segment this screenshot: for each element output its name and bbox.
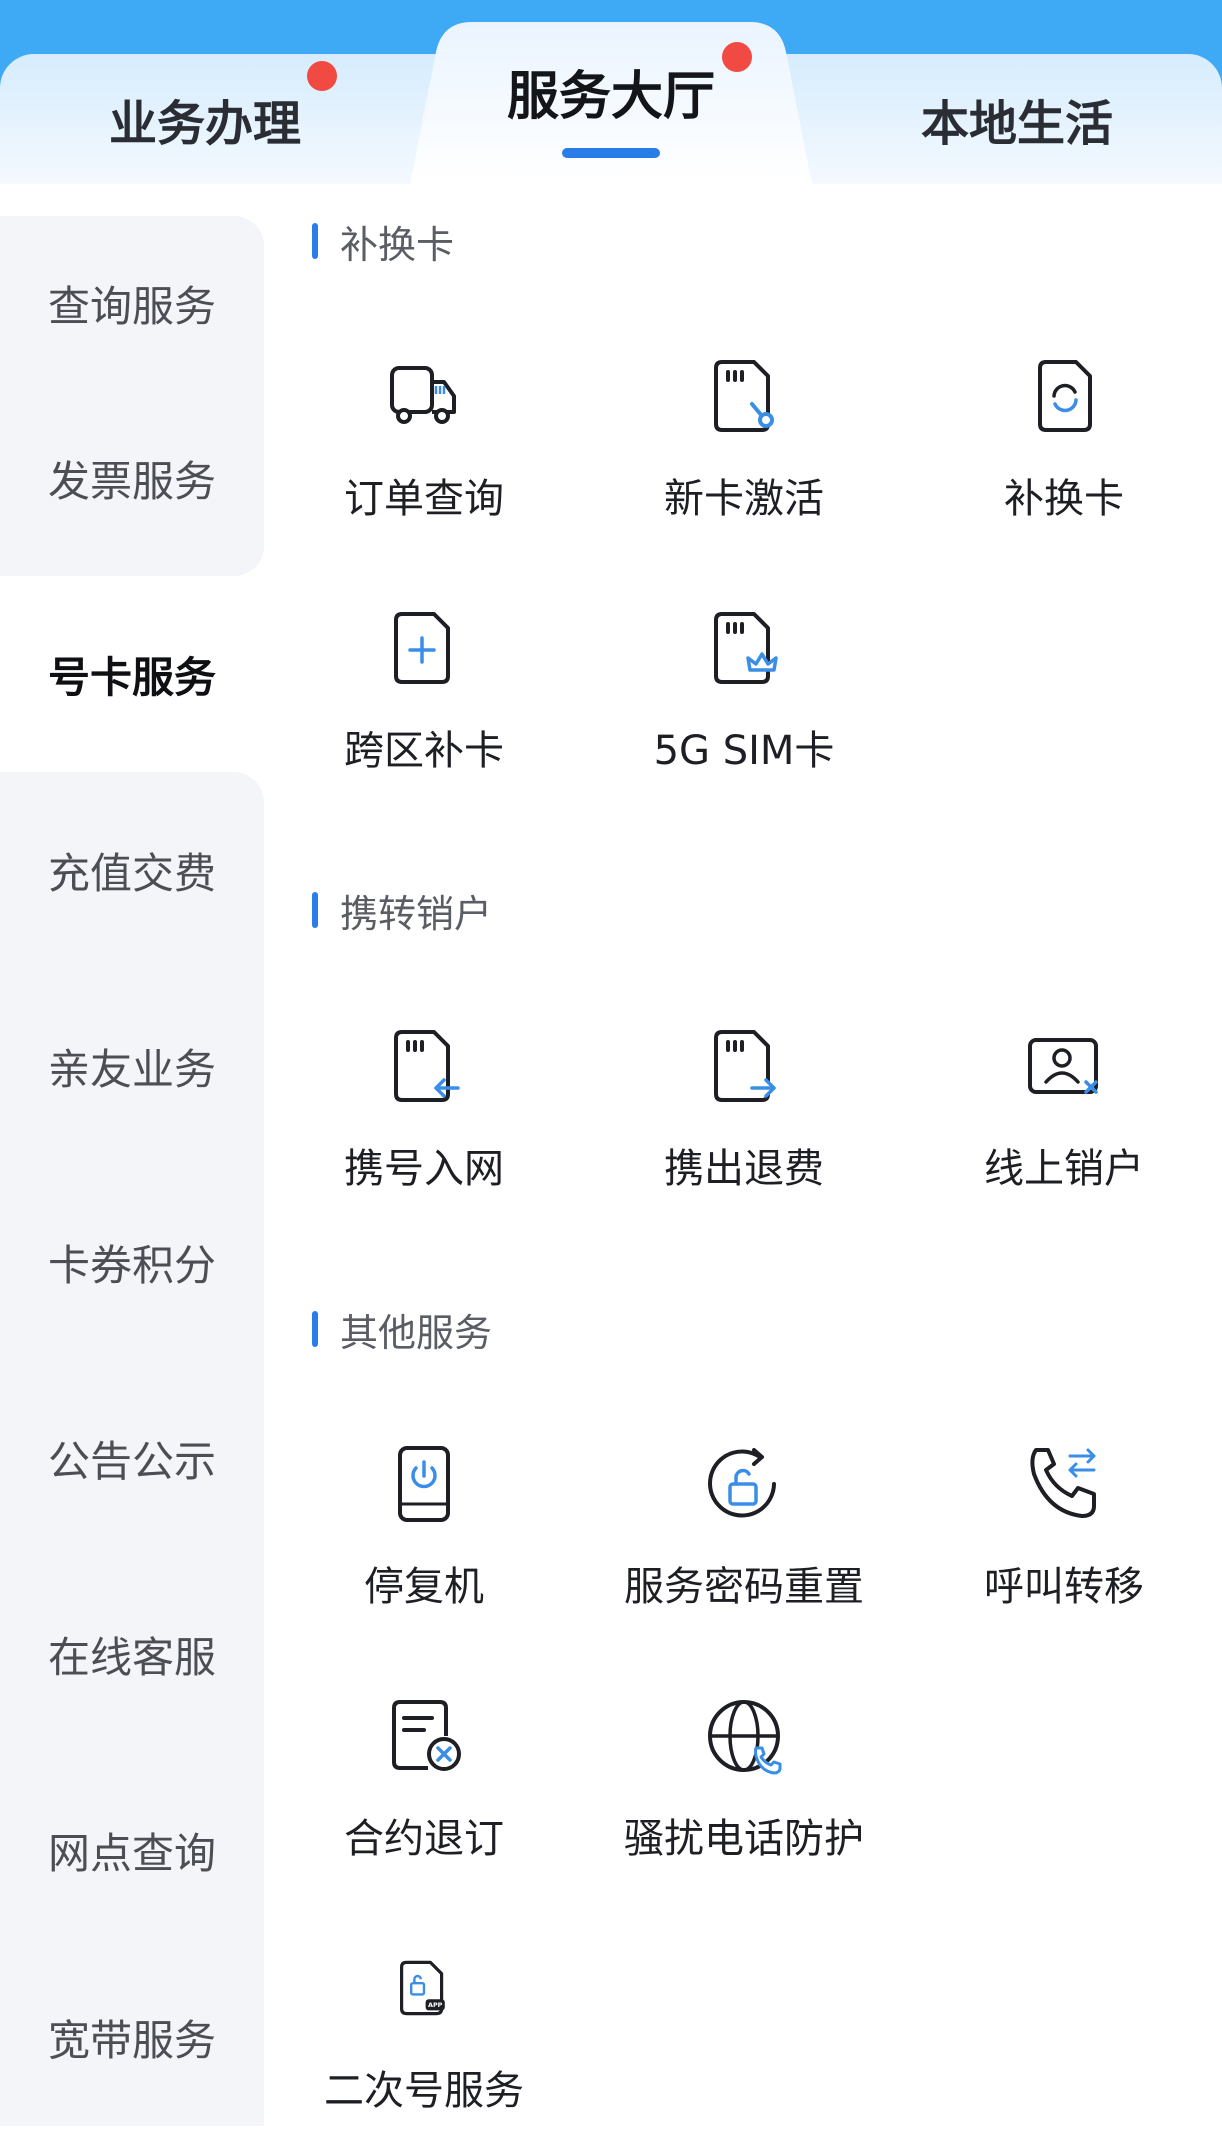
service-label: 合约退订 xyxy=(344,1816,504,1862)
tab-service-hall[interactable]: 服务大厅 xyxy=(410,22,812,184)
sidebar-item-label: 亲友业务 xyxy=(48,1044,217,1094)
user-card-cancel-icon xyxy=(1028,1038,1098,1094)
tab-local-life[interactable]: 本地生活 xyxy=(812,54,1222,184)
sidebar-item-label: 公告公示 xyxy=(48,1436,217,1486)
service-port-out-refund[interactable]: 携出退费 xyxy=(584,1026,904,1226)
sidebar-item-label: 卡券积分 xyxy=(48,1240,217,1290)
business-badge-dot xyxy=(307,61,337,91)
sidebar-item-label: 号卡服务 xyxy=(48,652,217,702)
service-label: 订单查询 xyxy=(344,476,504,522)
service-label: 携出退费 xyxy=(664,1146,824,1192)
sidebar-item-label: 发票服务 xyxy=(48,456,217,506)
sim-arrow-in-icon xyxy=(394,1030,460,1102)
sidebar-item-broadband[interactable]: 宽带服务 xyxy=(0,1948,264,2126)
tab-service-hall-label: 服务大厅 xyxy=(506,66,715,127)
unlock-refresh-icon xyxy=(708,1448,776,1518)
sidebar-item-label: 在线客服 xyxy=(48,1632,217,1682)
section-title: 其他服务 xyxy=(340,1310,493,1355)
document-cancel-icon xyxy=(392,1700,461,1771)
service-order-query[interactable]: 订单查询 xyxy=(264,356,584,556)
globe-phone-icon xyxy=(708,1700,782,1775)
sim-key-icon xyxy=(714,360,774,432)
sidebar-item-notices[interactable]: 公告公示 xyxy=(0,1360,264,1556)
service-new-card-activation[interactable]: 新卡激活 xyxy=(584,356,904,556)
sidebar-item-recharge[interactable]: 充值交费 xyxy=(0,772,264,968)
service-secondary-number[interactable]: APP 二次号服务 xyxy=(264,1948,584,2148)
section-title: 补换卡 xyxy=(340,222,455,267)
tab-business-label: 业务办理 xyxy=(108,96,301,152)
sidebar-item-query[interactable]: 查询服务 xyxy=(0,216,264,380)
service-spam-call-protection[interactable]: 骚扰电话防护 xyxy=(584,1696,904,1896)
service-suspend-resume[interactable]: 停复机 xyxy=(264,1444,584,1644)
service-label: 5G SIM卡 xyxy=(653,728,835,774)
service-contract-unsubscribe[interactable]: 合约退订 xyxy=(264,1696,584,1896)
active-tab-indicator xyxy=(562,148,660,158)
service-port-in[interactable]: 携号入网 xyxy=(264,1026,584,1226)
sidebar-item-label: 查询服务 xyxy=(48,281,217,331)
sidebar-item-outlets[interactable]: 网点查询 xyxy=(0,1752,264,1948)
sidebar-item-coupons[interactable]: 卡券积分 xyxy=(0,1164,264,1360)
tab-local-life-label: 本地生活 xyxy=(920,96,1113,152)
section-accent-bar xyxy=(312,1311,318,1347)
svg-text:APP: APP xyxy=(428,2001,443,2009)
service-label: 携号入网 xyxy=(344,1146,504,1192)
section-title: 携转销户 xyxy=(340,891,493,936)
service-label: 跨区补卡 xyxy=(344,728,504,774)
service-cross-region-card[interactable]: 跨区补卡 xyxy=(264,608,584,808)
sidebar-item-label: 充值交费 xyxy=(48,848,217,898)
section-header-other: 其他服务 xyxy=(312,1304,493,1355)
sidebar-item-label: 宽带服务 xyxy=(48,2015,217,2065)
service-label: 二次号服务 xyxy=(324,2068,524,2114)
sim-refresh-icon xyxy=(1038,360,1092,432)
sidebar-item-invoice[interactable]: 发票服务 xyxy=(0,380,264,576)
service-label: 新卡激活 xyxy=(664,476,824,522)
service-label: 骚扰电话防护 xyxy=(624,1816,864,1862)
service-call-forwarding[interactable]: 呼叫转移 xyxy=(904,1444,1222,1644)
sim-app-lock-icon: APP xyxy=(400,1960,445,2016)
category-sidebar: 查询服务 发票服务 号卡服务 充值交费 亲友业务 卡券积分 公告公示 在线客服 … xyxy=(0,184,264,2126)
service-label: 呼叫转移 xyxy=(984,1564,1144,1610)
hall-badge-dot xyxy=(722,42,752,72)
sidebar-item-number-card[interactable]: 号卡服务 xyxy=(0,576,264,772)
sidebar-item-label: 网点查询 xyxy=(48,1828,217,1878)
truck-icon xyxy=(390,366,456,424)
sidebar-item-family[interactable]: 亲友业务 xyxy=(0,968,264,1164)
service-password-reset[interactable]: 服务密码重置 xyxy=(584,1444,904,1644)
sim-crown-icon xyxy=(714,612,778,684)
service-online-cancel-account[interactable]: 线上销户 xyxy=(904,1026,1222,1226)
section-accent-bar xyxy=(312,892,318,928)
section-accent-bar xyxy=(312,223,318,259)
service-label: 服务密码重置 xyxy=(624,1564,864,1610)
sidebar-item-online-support[interactable]: 在线客服 xyxy=(0,1556,264,1752)
section-header-transfer: 携转销户 xyxy=(312,885,493,936)
section-header-card: 补换卡 xyxy=(312,216,455,267)
service-label: 补换卡 xyxy=(1004,476,1124,522)
phone-power-icon xyxy=(398,1446,450,1522)
phone-forward-icon xyxy=(1030,1448,1096,1518)
sim-arrow-out-icon xyxy=(714,1030,776,1102)
service-label: 线上销户 xyxy=(984,1146,1144,1192)
service-label: 停复机 xyxy=(364,1564,484,1610)
service-5g-sim[interactable]: 5G SIM卡 xyxy=(584,608,904,808)
tab-business[interactable]: 业务办理 xyxy=(0,54,410,184)
document-plus-icon xyxy=(394,612,450,684)
service-card-replacement[interactable]: 补换卡 xyxy=(904,356,1222,556)
